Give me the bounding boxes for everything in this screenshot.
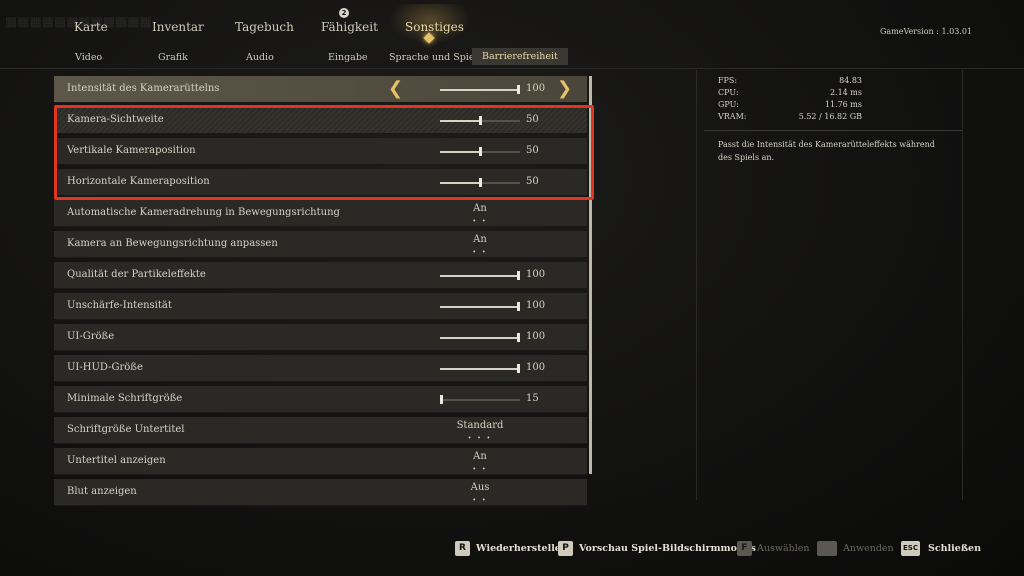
footer-keybinds: R Wiederherstellen P Vorschau Spiel-Bild…	[0, 540, 1024, 560]
annotation-highlight-box	[54, 105, 594, 200]
subtab-barrierefreiheit[interactable]: Barrierefreiheit	[472, 48, 568, 65]
close-button[interactable]: Schließen	[928, 543, 981, 554]
arrow-right-icon[interactable]: ❯	[557, 78, 572, 99]
tab-fahigkeit[interactable]: Fähigkeit	[321, 20, 378, 34]
select-button[interactable]: Auswählen	[757, 543, 810, 554]
key-f-icon: F	[737, 541, 752, 556]
key-r-icon: R	[455, 541, 470, 556]
stats-divider	[704, 130, 962, 131]
option-indicator-dots: • • •	[467, 435, 493, 442]
tab-inventar[interactable]: Inventar	[152, 20, 204, 34]
key-esc-icon: ESC	[901, 541, 920, 556]
tab-sonstiges[interactable]: Sonstiges	[405, 20, 464, 34]
setting-label: Untertitel anzeigen	[67, 455, 166, 466]
tab-tagebuch[interactable]: Tagebuch	[235, 20, 294, 34]
apply-button[interactable]: Anwenden	[843, 543, 894, 554]
top-navigation: ▦▦▦▦▦▦▦▦▦▦▦▦ Karte Inventar Tagebuch 2 F…	[0, 0, 1024, 70]
setting-row-ui-grosse[interactable]: UI-Größe 100	[54, 324, 587, 351]
spacebar-key-icon	[817, 541, 837, 556]
stat-vram: VRAM: 5.52 / 16.82 GB	[718, 112, 862, 121]
setting-value: 100	[526, 83, 546, 94]
slider-handle[interactable]	[517, 271, 520, 280]
option-indicator-dots: • •	[472, 218, 488, 225]
setting-value: 100	[526, 362, 546, 373]
tab-karte[interactable]: Karte	[74, 20, 108, 34]
stat-gpu: GPU: 11.76 ms	[718, 100, 862, 109]
setting-slider[interactable]	[440, 395, 520, 404]
setting-row-partikeleffekte[interactable]: Qualität der Partikeleffekte 100	[54, 262, 587, 289]
nav-divider	[0, 68, 1024, 69]
option-indicator-dots: • •	[472, 497, 488, 504]
setting-description: Passt die Intensität des Kamerarütteleff…	[718, 140, 935, 162]
setting-value: 15	[526, 393, 539, 404]
setting-label: Schriftgröße Untertitel	[67, 424, 185, 435]
setting-row-automatische-kameradrehung[interactable]: Automatische Kameradrehung in Bewegungsr…	[54, 200, 587, 227]
setting-option-value[interactable]: Standard	[440, 420, 520, 431]
subtab-grafik[interactable]: Grafik	[158, 52, 188, 63]
setting-value: 100	[526, 331, 546, 342]
setting-label: Unschärfe-Intensität	[67, 300, 172, 311]
setting-row-blut-anzeigen[interactable]: Blut anzeigen Aus • •	[54, 479, 587, 506]
setting-label: UI-HUD-Größe	[67, 362, 143, 373]
setting-value: 100	[526, 300, 546, 311]
panel-separator-right	[962, 70, 963, 500]
option-indicator-dots: • •	[472, 249, 488, 256]
setting-slider[interactable]	[440, 333, 520, 342]
notification-badge: 2	[339, 8, 349, 18]
game-version: GameVersion : 1.03.01	[879, 27, 972, 36]
arrow-left-icon[interactable]: ❮	[388, 78, 403, 99]
setting-slider[interactable]	[440, 364, 520, 373]
option-indicator-dots: • •	[472, 466, 488, 473]
setting-slider[interactable]	[440, 271, 520, 280]
setting-row-kamera-anpassen[interactable]: Kamera an Bewegungsrichtung anpassen An …	[54, 231, 587, 258]
setting-label: Intensität des Kamerarüttelns	[67, 83, 220, 94]
setting-option-value[interactable]: An	[440, 203, 520, 214]
slider-handle[interactable]	[440, 395, 443, 404]
setting-label: UI-Größe	[67, 331, 115, 342]
subtab-sprache-und-spiel[interactable]: Sprache und Spiel	[389, 52, 478, 63]
setting-row-minimale-schriftgrosse[interactable]: Minimale Schriftgröße 15	[54, 386, 587, 413]
setting-row-kamerarutteln[interactable]: Intensität des Kamerarüttelns ❮ 100 ❯	[54, 76, 587, 103]
key-p-icon: P	[558, 541, 573, 556]
slider-handle[interactable]	[517, 364, 520, 373]
setting-row-ui-hud-grosse[interactable]: UI-HUD-Größe 100	[54, 355, 587, 382]
setting-slider[interactable]	[440, 302, 520, 311]
setting-label: Blut anzeigen	[67, 486, 137, 497]
setting-row-schriftgrosse-untertitel[interactable]: Schriftgröße Untertitel Standard • • •	[54, 417, 587, 444]
setting-label: Automatische Kameradrehung in Bewegungsr…	[67, 207, 340, 218]
setting-option-value[interactable]: An	[440, 451, 520, 462]
slider-handle[interactable]	[517, 302, 520, 311]
setting-label: Qualität der Partikeleffekte	[67, 269, 206, 280]
stat-fps: FPS: 84.83	[718, 76, 862, 85]
stat-cpu: CPU: 2.14 ms	[718, 88, 862, 97]
subtab-audio[interactable]: Audio	[246, 52, 274, 63]
setting-option-value[interactable]: An	[440, 234, 520, 245]
setting-label: Minimale Schriftgröße	[67, 393, 183, 404]
setting-value: 100	[526, 269, 546, 280]
preview-screen-mode-button[interactable]: Vorschau Spiel-Bildschirmmodus	[579, 543, 756, 554]
subtab-video[interactable]: Video	[75, 52, 102, 63]
setting-row-unscharfe-intensitat[interactable]: Unschärfe-Intensität 100	[54, 293, 587, 320]
slider-handle[interactable]	[517, 85, 520, 94]
panel-separator	[696, 70, 697, 500]
setting-label: Kamera an Bewegungsrichtung anpassen	[67, 238, 278, 249]
setting-slider[interactable]	[440, 85, 520, 94]
setting-option-value[interactable]: Aus	[440, 482, 520, 493]
subtab-eingabe[interactable]: Eingabe	[328, 52, 368, 63]
restore-button[interactable]: Wiederherstellen	[476, 543, 568, 554]
slider-handle[interactable]	[517, 333, 520, 342]
setting-row-untertitel-anzeigen[interactable]: Untertitel anzeigen An • •	[54, 448, 587, 475]
